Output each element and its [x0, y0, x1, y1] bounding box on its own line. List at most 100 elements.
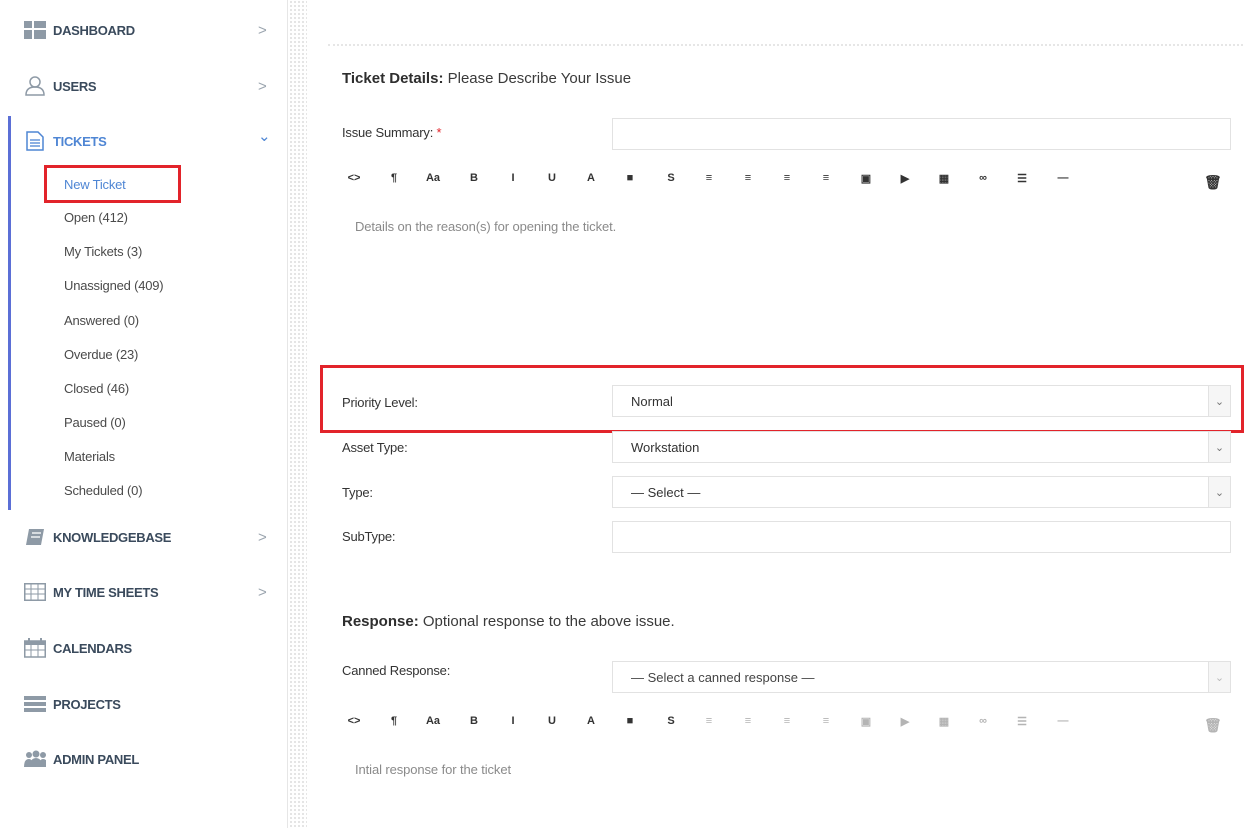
- sidebar-divider: [289, 0, 307, 828]
- calendar-icon: [24, 638, 46, 658]
- nav-tickets[interactable]: TICKETS ⌄: [0, 121, 288, 161]
- response-title-bold: Response:: [342, 613, 419, 630]
- required-mark: *: [436, 125, 442, 140]
- response-editor[interactable]: [342, 745, 1232, 815]
- chevron-down-icon: ⌄: [1208, 662, 1230, 692]
- video-icon[interactable]: ▶: [897, 715, 913, 728]
- issue-summary-label: Issue Summary: *: [342, 125, 442, 140]
- chevron-down-icon: ⌄: [258, 128, 271, 145]
- nav-calendars-label: CALENDARS: [53, 640, 132, 656]
- priority-level-value: Normal: [631, 393, 673, 409]
- underline-icon[interactable]: U: [544, 172, 560, 184]
- editor-toolbar: <> ¶ Aa B I U A ■ S ≡ ≡ ≡ ≡ ▣ ▶ ▦ ∞ ☰ —: [346, 170, 1216, 192]
- font-size-icon[interactable]: Aa: [425, 172, 441, 184]
- chevron-right-icon: >: [258, 528, 267, 546]
- video-icon[interactable]: ▶: [897, 172, 913, 185]
- table-icon[interactable]: ▦: [936, 172, 952, 185]
- image-icon[interactable]: ▣: [858, 715, 874, 728]
- table-icon[interactable]: ▦: [936, 715, 952, 728]
- response-editor-toolbar: <> ¶ Aa B I U A ■ S ≡ ≡ ≡ ≡ ▣ ▶ ▦ ∞ ☰ —: [346, 713, 1216, 735]
- ticket-details-title: Ticket Details: Please Describe Your Iss…: [342, 70, 631, 87]
- type-value: — Select —: [631, 484, 701, 500]
- priority-level-label: Priority Level:: [342, 395, 418, 410]
- subnav-my-tickets[interactable]: My Tickets (3): [64, 244, 142, 259]
- strikethrough-icon[interactable]: S: [663, 172, 679, 184]
- highlight-icon[interactable]: ■: [622, 172, 638, 184]
- nav-time-sheets[interactable]: MY TIME SHEETS >: [0, 572, 288, 612]
- italic-icon[interactable]: I: [505, 715, 521, 727]
- indent-icon[interactable]: ≡: [818, 715, 834, 727]
- bullet-list-icon[interactable]: ≡: [701, 172, 717, 184]
- ticket-details-title-bold: Ticket Details:: [342, 70, 444, 87]
- canned-response-select[interactable]: — Select a canned response — ⌄: [612, 661, 1231, 693]
- nav-admin-panel-label: ADMIN PANEL: [53, 751, 140, 767]
- subtype-input[interactable]: [612, 521, 1231, 553]
- italic-icon[interactable]: I: [505, 172, 521, 184]
- subnav-open[interactable]: Open (412): [64, 210, 128, 225]
- numbered-list-icon[interactable]: ≡: [740, 715, 756, 727]
- type-select[interactable]: — Select — ⌄: [612, 476, 1231, 508]
- subnav-overdue[interactable]: Overdue (23): [64, 347, 138, 362]
- trash-icon[interactable]: 🗑: [1204, 717, 1222, 734]
- subnav-new-ticket[interactable]: New Ticket: [64, 177, 126, 192]
- underline-icon[interactable]: U: [544, 715, 560, 727]
- chevron-down-icon: ⌄: [1208, 386, 1230, 416]
- trash-icon[interactable]: 🗑: [1204, 174, 1222, 191]
- highlight-icon[interactable]: ■: [622, 715, 638, 727]
- canned-response-label: Canned Response:: [342, 663, 451, 678]
- strikethrough-icon[interactable]: S: [663, 715, 679, 727]
- timesheet-icon: [24, 582, 46, 602]
- issue-summary-input[interactable]: [612, 118, 1231, 150]
- subnav-closed[interactable]: Closed (46): [64, 381, 129, 396]
- link-icon[interactable]: ∞: [975, 172, 991, 184]
- details-editor[interactable]: [342, 204, 1232, 364]
- issue-summary-label-text: Issue Summary:: [342, 125, 434, 140]
- subnav-answered[interactable]: Answered (0): [64, 313, 139, 328]
- nav-knowledgebase-label: KNOWLEDGEBASE: [53, 529, 172, 545]
- align-icon[interactable]: ☰: [1014, 715, 1030, 728]
- code-icon[interactable]: <>: [346, 172, 362, 184]
- ticket-icon: [24, 131, 46, 151]
- font-color-icon[interactable]: A: [583, 172, 599, 184]
- font-size-icon[interactable]: Aa: [425, 715, 441, 727]
- ticket-form: Ticket Details: Please Describe Your Iss…: [308, 0, 1249, 828]
- active-section-bar: [8, 116, 11, 510]
- link-icon[interactable]: ∞: [975, 715, 991, 727]
- chevron-right-icon: >: [258, 77, 267, 95]
- user-icon: [24, 76, 46, 96]
- nav-admin-panel[interactable]: ADMIN PANEL: [0, 739, 288, 779]
- bold-icon[interactable]: B: [466, 715, 482, 727]
- code-icon[interactable]: <>: [346, 715, 362, 727]
- book-icon: [24, 527, 46, 547]
- font-color-icon[interactable]: A: [583, 715, 599, 727]
- priority-level-select[interactable]: Normal ⌄: [612, 385, 1231, 417]
- nav-projects[interactable]: PROJECTS: [0, 684, 288, 724]
- chevron-down-icon: ⌄: [1208, 432, 1230, 462]
- subnav-materials[interactable]: Materials: [64, 449, 115, 464]
- image-icon[interactable]: ▣: [858, 172, 874, 185]
- subnav-paused[interactable]: Paused (0): [64, 415, 126, 430]
- outdent-icon[interactable]: ≡: [779, 715, 795, 727]
- nav-users[interactable]: USERS >: [0, 66, 288, 106]
- response-title-rest: Optional response to the above issue.: [418, 613, 675, 630]
- subnav-unassigned[interactable]: Unassigned (409): [64, 278, 164, 293]
- admin-icon: [24, 749, 46, 769]
- paragraph-icon[interactable]: ¶: [386, 715, 402, 727]
- asset-type-select[interactable]: Workstation ⌄: [612, 431, 1231, 463]
- indent-icon[interactable]: ≡: [818, 172, 834, 184]
- align-icon[interactable]: ☰: [1014, 172, 1030, 185]
- nav-calendars[interactable]: CALENDARS: [0, 628, 288, 668]
- numbered-list-icon[interactable]: ≡: [740, 172, 756, 184]
- nav-knowledgebase[interactable]: KNOWLEDGEBASE >: [0, 517, 288, 557]
- outdent-icon[interactable]: ≡: [779, 172, 795, 184]
- paragraph-icon[interactable]: ¶: [386, 172, 402, 184]
- bullet-list-icon[interactable]: ≡: [701, 715, 717, 727]
- horizontal-rule-icon[interactable]: —: [1055, 172, 1071, 184]
- bold-icon[interactable]: B: [466, 172, 482, 184]
- nav-dashboard[interactable]: DASHBOARD >: [0, 10, 288, 50]
- type-label: Type:: [342, 485, 373, 500]
- projects-icon: [24, 694, 46, 714]
- horizontal-rule-icon[interactable]: —: [1055, 715, 1071, 727]
- subnav-scheduled[interactable]: Scheduled (0): [64, 483, 143, 498]
- dashboard-icon: [24, 20, 46, 40]
